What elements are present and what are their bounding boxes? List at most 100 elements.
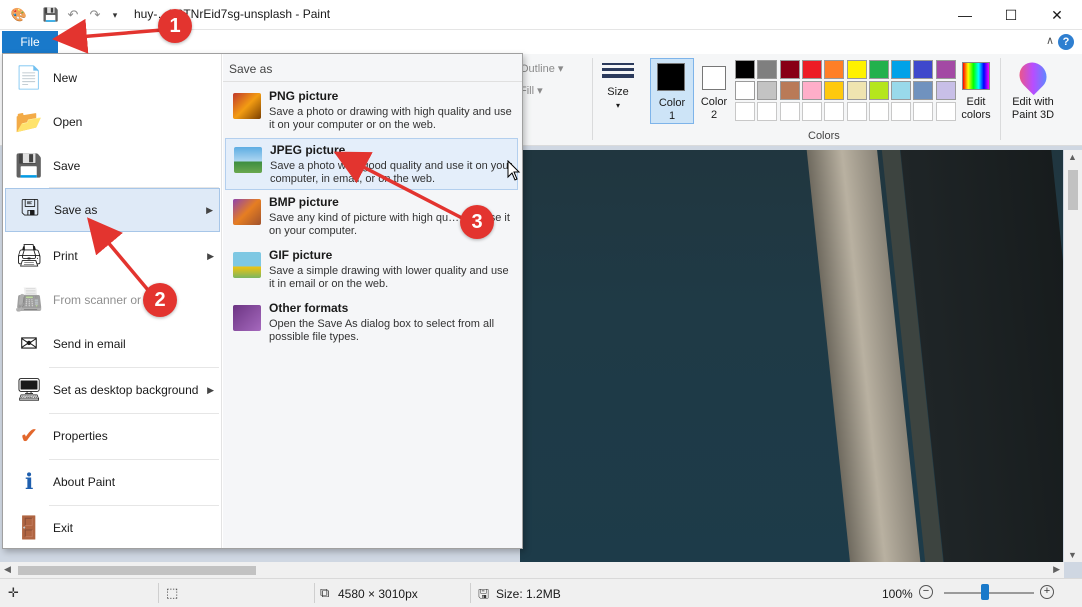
zoom-slider-thumb[interactable] — [980, 584, 989, 600]
file-menu-commands: 📄 New 📂 Open 💾 Save 🖫 Save as ▶ 🖨 Print ▶ 📠 From scan… — [3, 54, 222, 548]
custom-color-slot[interactable] — [779, 102, 800, 121]
save-as-option-gif-picture[interactable]: GIF picture Save a simple drawing with lo… — [225, 244, 518, 296]
ribbon-divider — [592, 58, 593, 140]
file-menu-item-from-scanner-or-c: 📠 From scanner or c — [5, 278, 220, 322]
save-disk-icon: 💾 — [15, 153, 43, 178]
size-dropdown-icon: ▾ — [615, 101, 620, 110]
custom-color-slot[interactable] — [891, 102, 912, 121]
close-button[interactable]: ✕ — [1034, 0, 1080, 30]
help-icon[interactable]: ? — [1058, 34, 1074, 50]
palette-swatch[interactable] — [935, 60, 956, 79]
custom-color-slot[interactable] — [913, 102, 934, 121]
file-menu-item-set-as-desktop-background[interactable]: 🖥 Set as desktop background ▶ — [5, 368, 220, 412]
palette-swatch[interactable] — [891, 60, 912, 79]
redo-icon[interactable]: ↷ — [86, 6, 104, 24]
vertical-scrollbar[interactable]: ▲ ▼ — [1064, 150, 1082, 562]
file-menu-item-new[interactable]: 📄 New — [5, 56, 220, 100]
save-as-option-jpeg-picture[interactable]: JPEG picture Save a photo wi… good qualit… — [225, 138, 518, 190]
file-menu-item-about-paint[interactable]: ℹ About Paint — [5, 460, 220, 504]
palette-swatch[interactable] — [913, 81, 934, 100]
palette-swatch[interactable] — [779, 60, 800, 79]
file-menu-item-open[interactable]: 📂 Open — [5, 100, 220, 144]
file-menu: 📄 New 📂 Open 💾 Save 🖫 Save as ▶ 🖨 Print ▶ 📠 From scan… — [2, 53, 523, 549]
minimize-button[interactable]: — — [942, 0, 988, 30]
palette-swatch[interactable] — [935, 81, 956, 100]
palette-swatch[interactable] — [846, 81, 867, 100]
save-as-option-description: Open the Save As dialog box to select fr… — [269, 318, 495, 343]
file-menu-item-save[interactable]: 💾 Save — [5, 144, 220, 188]
file-menu-item-send-in-email[interactable]: ✉ Send in email — [5, 322, 220, 366]
file-tab[interactable]: File — [2, 31, 58, 53]
save-as-option-name: PNG picture — [269, 89, 339, 103]
palette-swatch[interactable] — [846, 60, 867, 79]
edit-colors-button[interactable]: Edit colors — [958, 60, 994, 126]
canvas-image[interactable] — [520, 150, 1063, 562]
custom-color-slot[interactable] — [935, 102, 956, 121]
undo-icon[interactable]: ↶ — [64, 6, 82, 24]
palette-swatch[interactable] — [757, 81, 778, 100]
color1-swatch — [657, 63, 685, 91]
palette-swatch[interactable] — [868, 60, 889, 79]
file-menu-item-properties[interactable]: ✔ Properties — [5, 414, 220, 458]
ribbon-divider — [1000, 58, 1001, 140]
paint3d-icon — [1013, 56, 1053, 96]
save-as-option-name: JPEG picture — [270, 143, 346, 157]
palette-swatch[interactable] — [735, 81, 755, 100]
size-button[interactable]: Size ▾ — [600, 60, 636, 112]
custom-color-slot[interactable] — [801, 102, 822, 121]
line-size-icon — [600, 63, 636, 78]
save-as-option-description: Save a photo wi… good quality and use it… — [270, 160, 513, 185]
palette-swatch[interactable] — [779, 81, 800, 100]
palette-swatch[interactable] — [824, 81, 845, 100]
palette-swatch[interactable] — [891, 81, 912, 100]
save-as-header-divider — [223, 81, 522, 82]
scroll-left-icon[interactable]: ◀ — [4, 564, 11, 575]
info-icon: ℹ — [24, 469, 34, 494]
color1-button[interactable]: Color 1 — [650, 58, 694, 124]
save-as-option-png-picture[interactable]: PNG picture Save a photo or drawing with … — [225, 85, 518, 137]
palette-swatch[interactable] — [757, 60, 778, 79]
palette-swatch[interactable] — [801, 81, 822, 100]
vertical-scroll-thumb[interactable] — [1068, 170, 1078, 210]
customize-toolbar-icon[interactable]: ▾ — [106, 6, 124, 24]
custom-color-slot[interactable] — [868, 102, 889, 121]
palette-swatch[interactable] — [801, 60, 822, 79]
file-menu-item-label: Save — [53, 159, 81, 173]
scroll-up-icon[interactable]: ▲ — [1068, 152, 1077, 162]
email-icon: ✉ — [19, 331, 39, 356]
horizontal-scrollbar[interactable]: ◀ ▶ — [0, 562, 1064, 578]
png-picture-icon — [233, 93, 261, 119]
palette-swatch[interactable] — [824, 60, 845, 79]
custom-color-slot[interactable] — [824, 102, 845, 121]
palette-swatch[interactable] — [913, 60, 934, 79]
scanner-icon: 📠 — [15, 287, 43, 312]
file-menu-item-exit[interactable]: 🚪 Exit — [5, 506, 220, 550]
custom-color-slot[interactable] — [735, 102, 755, 121]
quick-save-icon[interactable]: 💾 — [42, 6, 60, 24]
color2-button[interactable]: Color 2 — [698, 58, 730, 124]
palette-swatch[interactable] — [868, 81, 889, 100]
image-dimensions: 4580 × 3010px — [338, 587, 418, 601]
palette-swatch[interactable] — [735, 60, 755, 79]
maximize-button[interactable]: ☐ — [988, 0, 1034, 30]
custom-color-slot[interactable] — [846, 102, 867, 121]
edit-paint3d-button[interactable]: Edit with Paint 3D — [1006, 56, 1060, 126]
file-menu-item-label: Exit — [53, 521, 74, 535]
printer-icon: 🖨 — [15, 243, 43, 268]
outline-button[interactable]: Outline ▾ — [520, 62, 563, 75]
scroll-right-icon[interactable]: ▶ — [1053, 564, 1060, 575]
horizontal-scroll-thumb[interactable] — [18, 566, 256, 575]
zoom-in-button[interactable]: + — [1040, 585, 1054, 599]
color2-label: Color 2 — [700, 96, 728, 121]
custom-color-slot[interactable] — [757, 102, 778, 121]
save-as-option-name: Other formats — [269, 301, 349, 315]
collapse-ribbon-icon[interactable]: ∧ — [1046, 34, 1054, 47]
save-as-option-other-formats[interactable]: Other formats Open the Save As dialog box… — [225, 297, 518, 349]
file-menu-item-save-as[interactable]: 🖫 Save as ▶ — [5, 188, 220, 232]
other-formats-icon — [233, 305, 261, 331]
zoom-out-button[interactable]: − — [919, 585, 933, 599]
zoom-slider[interactable] — [944, 592, 1034, 594]
scroll-down-icon[interactable]: ▼ — [1068, 550, 1077, 560]
file-menu-item-print[interactable]: 🖨 Print ▶ — [5, 234, 220, 278]
fill-button[interactable]: Fill ▾ — [520, 84, 543, 97]
